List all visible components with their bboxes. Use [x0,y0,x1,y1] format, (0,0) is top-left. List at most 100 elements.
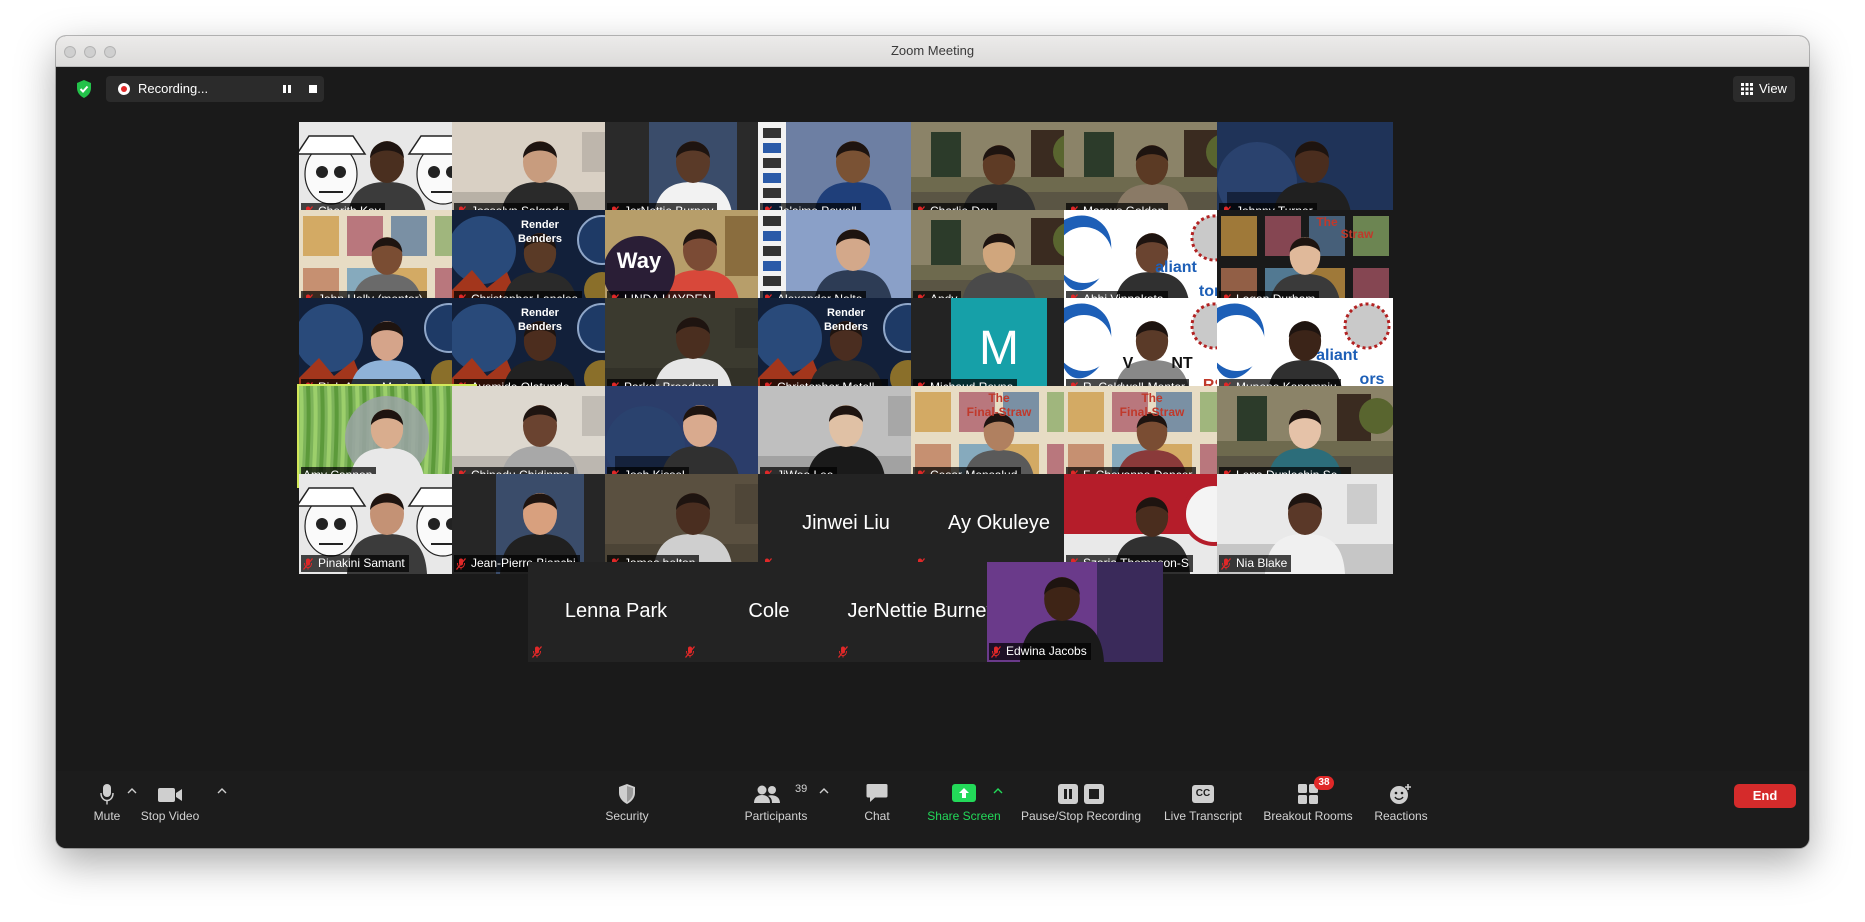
pause-stop-recording-icon [1058,784,1104,804]
recording-indicator: Recording... [106,76,324,102]
participant-tile[interactable]: Jean-Pierre Bianchi [452,474,628,574]
svg-text:Render: Render [521,307,560,319]
participant-tile[interactable]: Szaria Thompson-S [1064,474,1240,574]
svg-text:NT: NT [1171,355,1193,372]
participant-tile[interactable]: JerNettie Burney [605,122,781,222]
share-screen-button[interactable]: Share Screen [922,771,1006,848]
muted-mic-icon [303,557,313,570]
breakout-rooms-button[interactable]: 38 Breakout Rooms [1256,771,1360,848]
participant-tile[interactable]: RenderBendersChristopher Lanclos [452,210,628,310]
participant-tile[interactable]: Andy [911,210,1087,310]
participant-tile[interactable]: Rich Asay - Mentos [299,298,475,398]
svg-text:Final-Straw: Final-Straw [967,405,1032,419]
meeting-toolbar: Mute Stop Video Security 39 Participants… [56,771,1809,848]
participant-tile[interactable]: Josselyn Salgado [452,122,628,222]
live-transcript-label: Live Transcript [1163,809,1243,823]
svg-text:Final-Straw: Final-Straw [1120,405,1185,419]
participant-tile[interactable]: Jinwei Liu [758,474,934,574]
title-bar: Zoom Meeting [56,36,1809,67]
microphone-icon [100,784,114,805]
muted-mic-icon [1221,557,1231,570]
participant-tile[interactable]: Edwina Jacobs [987,562,1163,662]
participant-name-tag: Nia Blake [1219,555,1292,572]
participant-tile[interactable]: WayLINDA HAYDEN [605,210,781,310]
participant-tile[interactable]: Nia Blake [1217,474,1393,574]
participant-tile[interactable]: MMichaud Reyna [911,298,1087,398]
end-meeting-button[interactable]: End [1734,784,1796,808]
participants-label: Participants [744,809,808,823]
closed-caption-icon: CC [1192,785,1214,803]
svg-text:Benders: Benders [824,321,868,333]
pause-stop-recording-button[interactable]: Pause/Stop Recording [1016,771,1146,848]
video-options-chevron-icon[interactable] [217,787,227,795]
participant-name: Pinakini Samant [318,556,405,570]
participant-tile[interactable]: alianttorsAbhi Vinnakota [1064,210,1240,310]
view-button[interactable]: View [1733,76,1795,102]
svg-text:The: The [988,391,1010,405]
participant-tile[interactable]: Parker Broadnax [605,298,781,398]
breakout-rooms-badge: 38 [1314,776,1334,790]
muted-mic-icon [838,646,848,658]
chat-bubble-icon [866,784,888,802]
breakout-rooms-label: Breakout Rooms [1263,809,1353,823]
muted-mic-icon [685,646,695,658]
share-options-chevron-icon[interactable] [993,787,1003,795]
participants-button[interactable]: 39 Participants [731,771,821,848]
participant-tile[interactable]: Ay Okuleye [911,474,1087,574]
pause-stop-recording-label: Pause/Stop Recording [1020,809,1142,823]
stop-video-button[interactable]: Stop Video [126,771,214,848]
participant-tile[interactable]: Josh Kissel [605,386,781,486]
participant-tile[interactable]: Johnny Turner [1217,122,1393,222]
participant-display-name: Cole [748,600,790,622]
svg-text:aliant: aliant [1316,347,1358,364]
participant-name-tag: Pinakini Samant [301,555,409,572]
participant-tile[interactable]: John Holly (mentor) [299,210,475,310]
reactions-smiley-icon [1390,784,1411,804]
share-screen-label: Share Screen [927,809,1001,823]
chat-label: Chat [864,809,890,823]
zoom-window: Zoom Meeting Recording... View Cherith K… [56,36,1809,848]
svg-text:The: The [1316,215,1338,229]
participant-tile[interactable]: aliantorsMunene Kanampiu [1217,298,1393,398]
participant-tile[interactable]: Je'aime Powell [758,122,934,222]
encryption-shield-icon[interactable] [74,79,94,99]
participant-tile[interactable]: Alexander Nolte [758,210,934,310]
security-button[interactable]: Security [592,771,662,848]
grid-view-icon [1741,83,1753,95]
pause-recording-icon[interactable] [280,82,294,96]
participant-tile[interactable]: Marcus Golden [1064,122,1240,222]
participant-tile[interactable]: RenderBendersChristopher Metell... [758,298,934,398]
participants-chevron-icon[interactable] [819,787,829,795]
svg-text:Way: Way [617,248,662,273]
participant-tile[interactable]: Cherith Kay [299,122,475,222]
participant-tile[interactable]: Lenna Park [528,562,704,662]
participant-tile[interactable]: Pinakini Samant [299,474,475,574]
svg-text:V: V [1123,355,1134,372]
participant-tile[interactable]: Cole [681,562,857,662]
participant-tile[interactable]: James belton [605,474,781,574]
participant-tile[interactable]: Chinedu Chidinma [452,386,628,486]
video-camera-icon [158,788,182,802]
participant-tile[interactable]: Lena Duplechin Se... [1217,386,1393,486]
stop-video-label: Stop Video [140,809,200,823]
view-label: View [1759,81,1787,96]
participants-icon [754,785,780,803]
participant-tile[interactable]: Charlie Dey [911,122,1087,222]
reactions-button[interactable]: Reactions [1366,771,1436,848]
participant-tile[interactable]: TheFinal-StrawF. Chevonne Dancer [1064,386,1240,486]
participant-tile[interactable]: JiWoo Lee [758,386,934,486]
participant-tile[interactable]: VNTRSR. Caldwell-Mentor [1064,298,1240,398]
svg-text:aliant: aliant [1155,259,1197,276]
svg-text:Render: Render [827,307,866,319]
live-transcript-button[interactable]: CC Live Transcript [1154,771,1252,848]
muted-mic-icon [532,646,542,658]
participant-tile[interactable]: JerNettie Burney [834,562,1010,662]
participant-display-name: Jinwei Liu [802,512,890,534]
participant-tile[interactable]: RenderBendersAyomide Olatunde [452,298,628,398]
security-label: Security [605,809,649,823]
participant-tile[interactable]: Amy Cannon [297,384,477,488]
participant-tile[interactable]: TheStrawLogan Durham [1217,210,1393,310]
participant-tile[interactable]: TheFinal-StrawCesar Monsalud [911,386,1087,486]
stop-recording-icon[interactable] [306,82,320,96]
chat-button[interactable]: Chat [856,771,898,848]
